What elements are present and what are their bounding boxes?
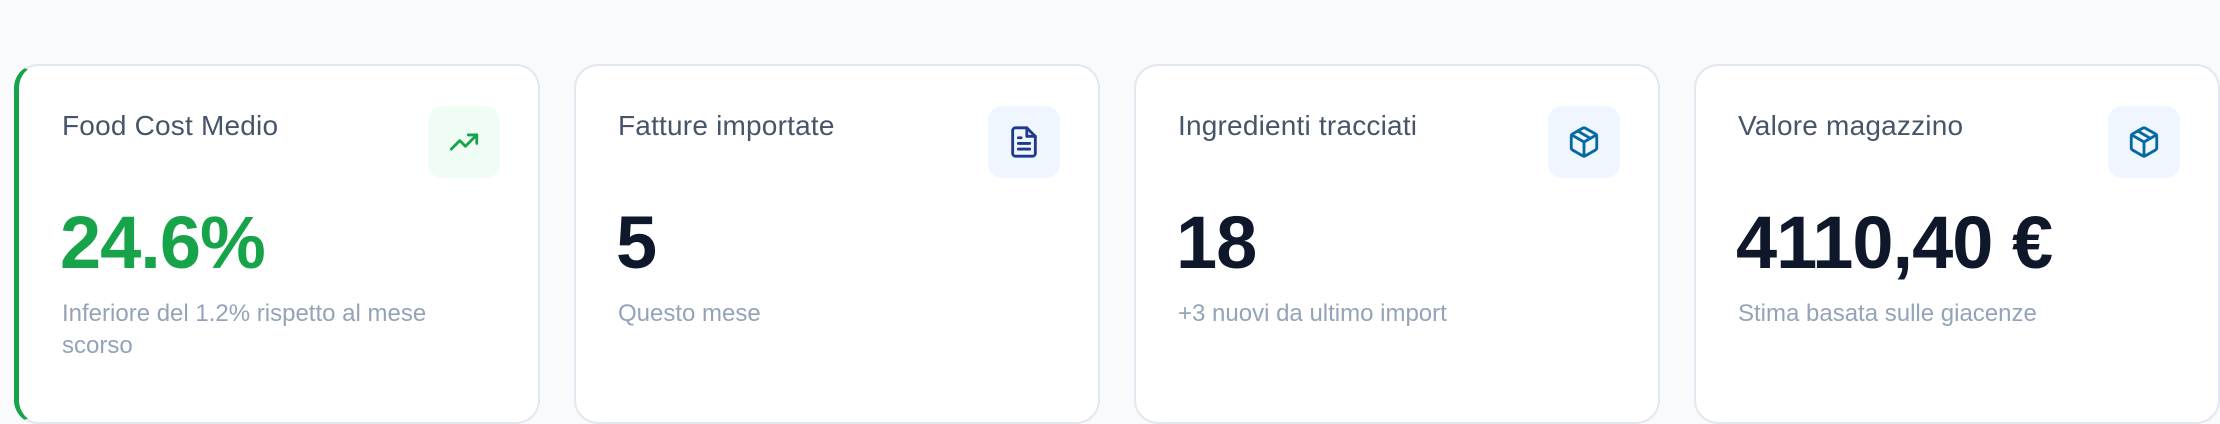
- warehouse-value-card: Valore magazzino 4110,40 € Stima basata …: [1694, 64, 2220, 424]
- card-subtitle: +3 nuovi da ultimo import: [1178, 300, 1447, 327]
- card-title: Valore magazzino: [1738, 110, 1964, 141]
- package-icon: [1569, 126, 1599, 158]
- ingredients-icon-tile: [1548, 106, 1620, 178]
- card-subtitle: Inferiore del 1.2% rispetto al mese scor…: [62, 300, 427, 359]
- package-icon: [2129, 126, 2159, 158]
- stats-cards-row: Food Cost Medio 24.6% Inferiore del 1.2%…: [14, 64, 2220, 424]
- warehouse-icon-tile: [2108, 106, 2180, 178]
- card-subtitle: Questo mese: [618, 300, 761, 327]
- card-title: Ingredienti tracciati: [1178, 110, 1418, 141]
- ingredients-card: Ingredienti tracciati 18 +3 nuovi da ult…: [1134, 64, 1660, 424]
- card-value: 18: [1176, 201, 1257, 284]
- card-value: 24.6%: [60, 201, 266, 284]
- invoices-icon-tile: [988, 106, 1060, 178]
- card-value: 4110,40 €: [1736, 201, 2053, 284]
- card-title: Fatture importate: [618, 110, 835, 141]
- card-title: Food Cost Medio: [62, 110, 279, 141]
- food-cost-card: Food Cost Medio 24.6% Inferiore del 1.2%…: [14, 64, 540, 424]
- card-subtitle: Stima basata sulle giacenze: [1738, 300, 2037, 327]
- food-cost-icon-tile: [428, 106, 500, 178]
- card-value: 5: [616, 201, 657, 284]
- trending-up-icon: [449, 133, 479, 151]
- document-icon: [1011, 126, 1037, 158]
- invoices-card: Fatture importate 5 Questo mese: [574, 64, 1100, 424]
